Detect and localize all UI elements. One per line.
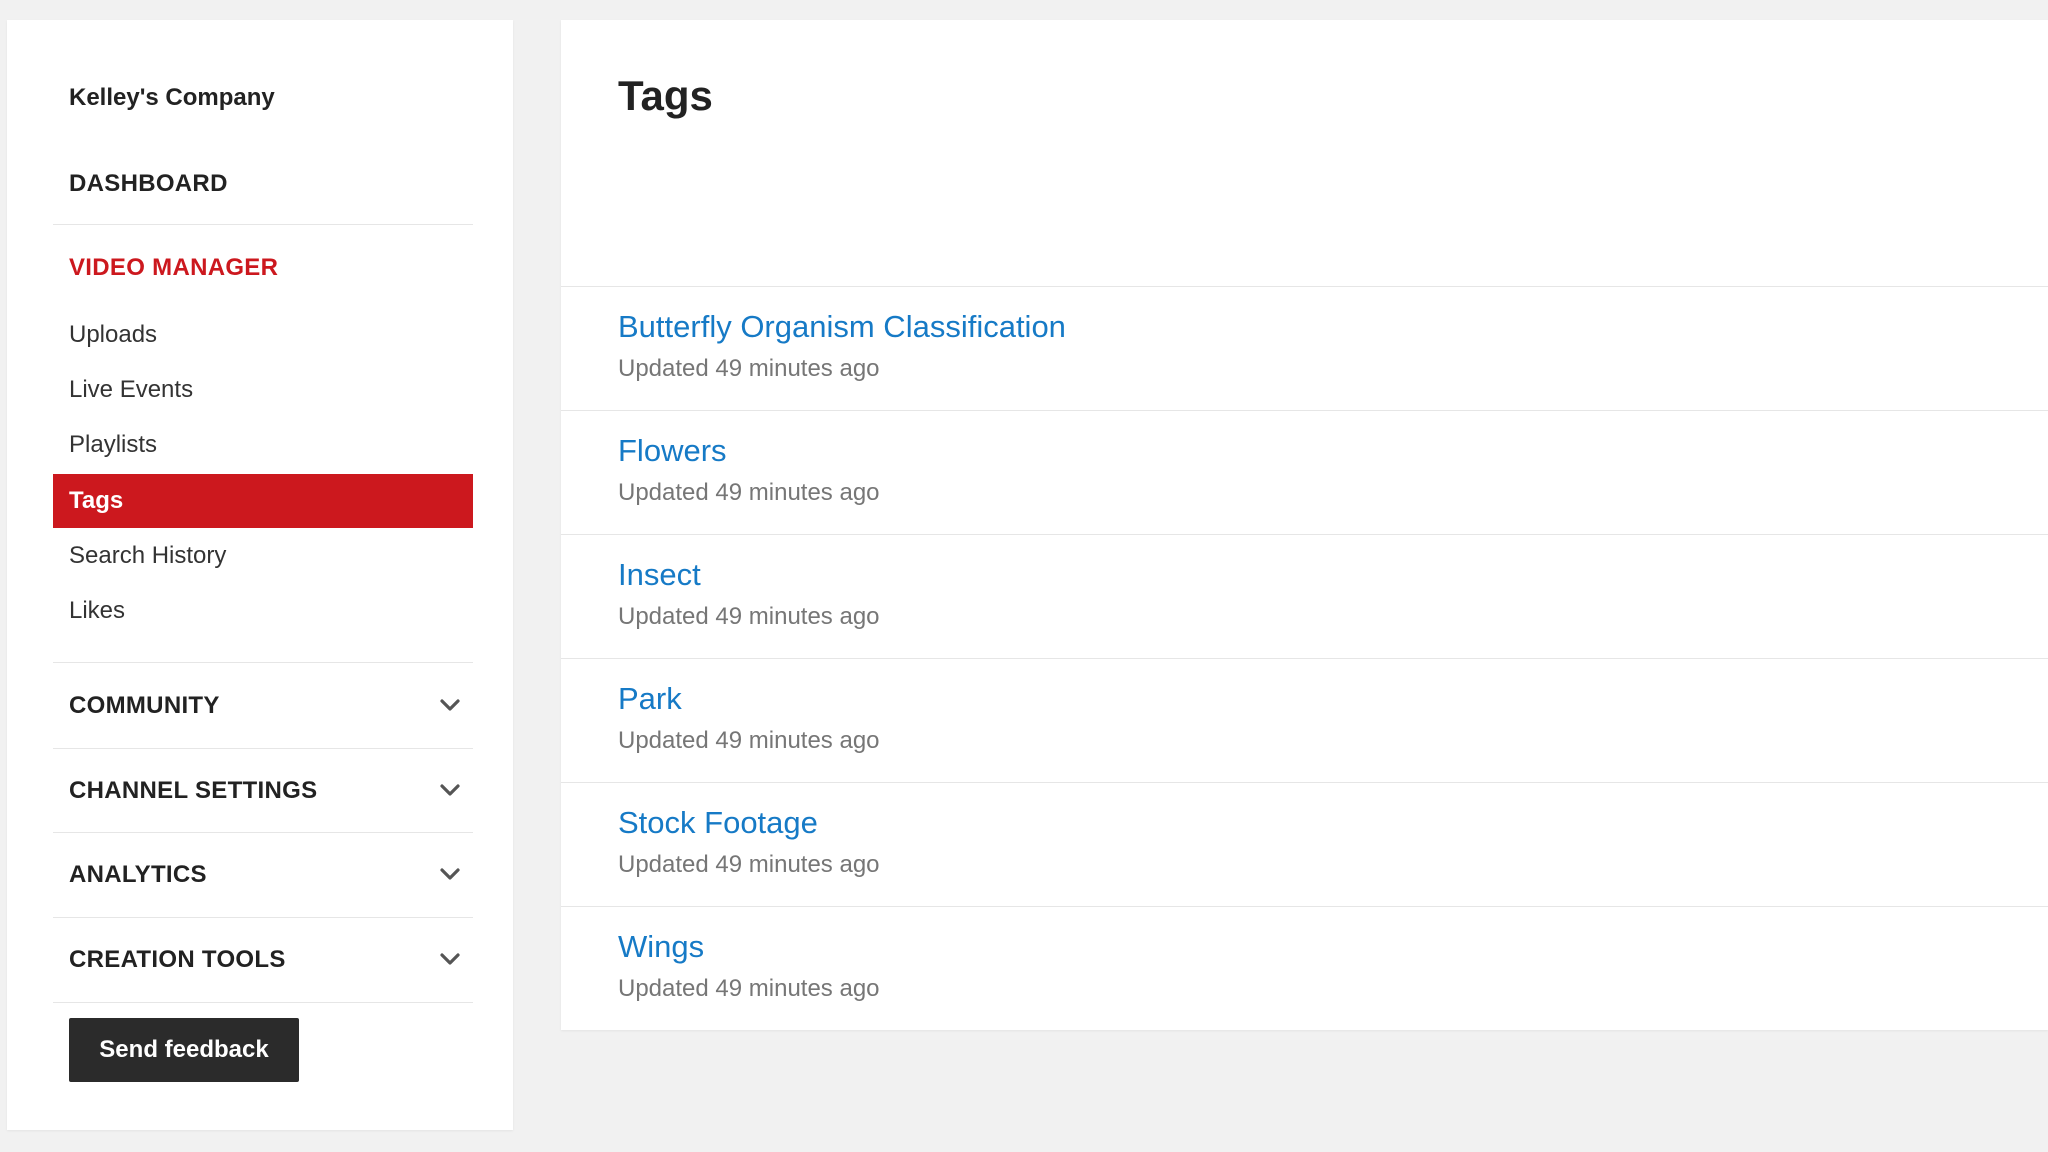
company-name[interactable]: Kelley's Company — [69, 84, 275, 112]
chevron-down-icon — [440, 699, 460, 711]
sidebar-item-live-events[interactable]: Live Events — [53, 363, 473, 417]
sidebar-item-tags[interactable]: Tags — [53, 474, 473, 528]
nav-video-manager[interactable]: VIDEO MANAGER — [69, 254, 278, 282]
chevron-down-icon — [440, 868, 460, 880]
section-community[interactable]: COMMUNITY — [53, 664, 473, 748]
tag-link[interactable]: Butterfly Organism Classification — [618, 309, 1066, 345]
tag-link[interactable]: Insect — [618, 557, 701, 593]
tag-link[interactable]: Stock Footage — [618, 805, 818, 841]
sidebar-item-search-history[interactable]: Search History — [53, 529, 473, 583]
section-label: ANALYTICS — [69, 861, 207, 888]
section-label: CREATION TOOLS — [69, 946, 286, 973]
tag-updated-text: Updated 49 minutes ago — [618, 851, 880, 878]
chevron-down-icon — [440, 953, 460, 965]
sidebar-item-likes[interactable]: Likes — [53, 584, 473, 638]
tag-updated-text: Updated 49 minutes ago — [618, 479, 880, 506]
list-item: Flowers Updated 49 minutes ago — [561, 411, 2048, 535]
tag-link[interactable]: Park — [618, 681, 682, 717]
nav-dashboard[interactable]: DASHBOARD — [69, 170, 228, 198]
chevron-down-icon — [440, 784, 460, 796]
sidebar-item-playlists[interactable]: Playlists — [53, 418, 473, 472]
list-item: Stock Footage Updated 49 minutes ago — [561, 783, 2048, 907]
tag-updated-text: Updated 49 minutes ago — [618, 975, 880, 1002]
sidebar-item-uploads[interactable]: Uploads — [53, 308, 473, 362]
list-item: Butterfly Organism Classification Update… — [561, 287, 2048, 411]
divider — [53, 662, 473, 663]
tag-link[interactable]: Wings — [618, 929, 704, 965]
tag-updated-text: Updated 49 minutes ago — [618, 355, 880, 382]
list-item: Park Updated 49 minutes ago — [561, 659, 2048, 783]
divider — [53, 1002, 473, 1003]
section-label: CHANNEL SETTINGS — [69, 777, 318, 804]
tag-updated-text: Updated 49 minutes ago — [618, 603, 880, 630]
page-title: Tags — [618, 72, 713, 119]
section-channel-settings[interactable]: CHANNEL SETTINGS — [53, 749, 473, 833]
tag-link[interactable]: Flowers — [618, 433, 727, 469]
main-panel: Tags Butterfly Organism Classification U… — [561, 20, 2048, 1030]
list-item: Wings Updated 49 minutes ago — [561, 907, 2048, 1031]
divider — [53, 224, 473, 225]
tag-updated-text: Updated 49 minutes ago — [618, 727, 880, 754]
section-analytics[interactable]: ANALYTICS — [53, 833, 473, 917]
list-item: Insect Updated 49 minutes ago — [561, 535, 2048, 659]
section-label: COMMUNITY — [69, 692, 220, 719]
sidebar: Kelley's Company DASHBOARD VIDEO MANAGER… — [7, 20, 513, 1130]
send-feedback-button[interactable]: Send feedback — [69, 1018, 299, 1082]
section-creation-tools[interactable]: CREATION TOOLS — [53, 918, 473, 1002]
